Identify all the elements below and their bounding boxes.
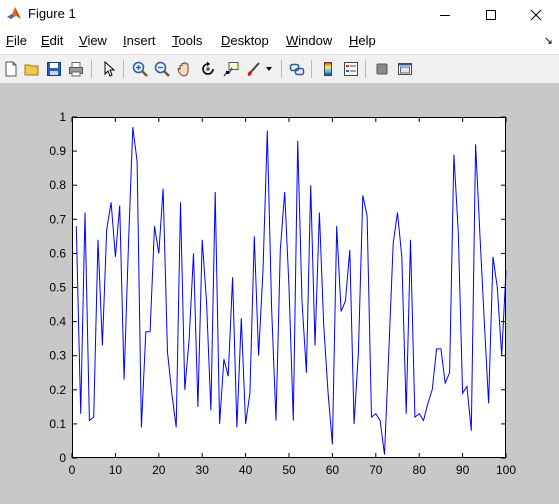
close-icon xyxy=(530,9,542,21)
line-chart[interactable]: 00.10.20.30.40.50.60.70.80.910 10 20 30 40 50… xyxy=(0,84,559,504)
x-tick-label: 70 xyxy=(369,463,383,477)
data-cursor-icon xyxy=(223,62,239,77)
x-tick-label: 50 xyxy=(282,463,296,477)
menu-view-rest: iew xyxy=(87,33,107,48)
zoom-out-icon xyxy=(154,61,170,77)
rotate-3d-button[interactable] xyxy=(198,59,218,79)
x-tick-label: 90 xyxy=(456,463,470,477)
y-tick-label: 0.8 xyxy=(49,178,66,192)
matlab-logo-icon xyxy=(7,7,21,19)
save-icon xyxy=(47,62,61,76)
menu-window[interactable]: Window xyxy=(286,33,332,48)
y-tick-label: 0 xyxy=(59,451,66,465)
open-file-icon xyxy=(24,64,39,76)
show-plot-tools-icon xyxy=(398,63,412,75)
menu-edit-accel: E xyxy=(41,33,50,48)
menu-help[interactable]: Help xyxy=(349,33,376,48)
menu-edit[interactable]: Edit xyxy=(41,33,63,48)
y-tick-label: 0.7 xyxy=(49,212,66,226)
menu-window-rest: indow xyxy=(298,33,333,48)
y-tick-label: 0.9 xyxy=(49,144,66,158)
menu-overflow-arrow-icon[interactable]: ↘ xyxy=(544,34,553,47)
x-tick-label: 80 xyxy=(413,463,427,477)
y-tick-label: 0.3 xyxy=(49,349,66,363)
x-tick-label: 60 xyxy=(326,463,340,477)
y-tick-label: 0.6 xyxy=(49,246,66,260)
colorbar-button[interactable] xyxy=(318,59,338,79)
zoom-in-icon xyxy=(132,61,148,77)
legend-icon xyxy=(344,62,358,76)
x-tick-label: 40 xyxy=(239,463,253,477)
colorbar-icon xyxy=(324,62,332,76)
menu-edit-rest: dit xyxy=(49,33,64,48)
y-tick-label: 0.5 xyxy=(49,281,66,295)
menu-insert-rest: nsert xyxy=(126,33,156,48)
menu-desktop-rest: esktop xyxy=(230,33,269,48)
zoom-in-button[interactable] xyxy=(130,59,150,79)
menu-help-rest: elp xyxy=(358,33,376,48)
show-plot-tools-button[interactable] xyxy=(395,59,415,79)
print-icon xyxy=(69,62,83,77)
menu-file[interactable]: File xyxy=(6,33,27,48)
menu-view[interactable]: View xyxy=(79,33,107,48)
menu-tools-rest: ools xyxy=(178,33,203,48)
y-tick-label: 0.2 xyxy=(49,383,66,397)
print-button[interactable] xyxy=(66,59,86,79)
x-tick-label: 20 xyxy=(152,463,166,477)
toolbar-separator xyxy=(365,60,366,78)
toolbar-separator xyxy=(281,60,282,78)
legend-button[interactable] xyxy=(341,59,361,79)
menu-window-accel: W xyxy=(286,33,299,48)
hide-plot-tools-button[interactable] xyxy=(372,59,392,79)
menu-bar: File Edit View Insert Tools Desktop Wind… xyxy=(0,30,559,52)
rotate-3d-icon xyxy=(202,61,214,75)
x-tick-label: 0 xyxy=(69,463,76,477)
maximize-button[interactable] xyxy=(468,0,514,30)
link-plot-icon xyxy=(289,63,305,76)
figure-canvas: 0 0.1 0.2 0.3 0.4 0.5 0.6 0.7 0.8 0.9 1 0 10 20 30 40 50… xyxy=(0,84,559,504)
menu-desktop-accel: D xyxy=(221,33,231,48)
figure-toolbar xyxy=(0,54,559,84)
brush-icon xyxy=(247,62,260,76)
pan-button[interactable] xyxy=(175,59,195,79)
brush-dropdown-button[interactable] xyxy=(262,59,276,79)
x-tick-label: 100 xyxy=(496,463,516,477)
menu-tools[interactable]: Tools xyxy=(172,33,202,48)
new-figure-button[interactable] xyxy=(1,59,21,79)
y-tick-label: 0.1 xyxy=(49,417,66,431)
menu-file-rest: ile xyxy=(13,33,27,48)
edit-plot-button[interactable] xyxy=(99,59,119,79)
toolbar-separator xyxy=(123,60,124,78)
menu-insert[interactable]: Insert xyxy=(123,33,156,48)
maximize-icon xyxy=(486,10,496,20)
menu-help-accel: H xyxy=(349,33,359,48)
edit-plot-icon xyxy=(104,61,116,77)
menu-file-accel: F xyxy=(6,33,14,48)
chevron-down-icon xyxy=(266,67,272,71)
data-cursor-button[interactable] xyxy=(221,59,241,79)
brush-button[interactable] xyxy=(244,59,264,79)
open-file-button[interactable] xyxy=(22,59,42,79)
x-tick-label: 30 xyxy=(196,463,210,477)
zoom-out-button[interactable] xyxy=(152,59,172,79)
link-plot-button[interactable] xyxy=(287,59,307,79)
close-button[interactable] xyxy=(513,0,559,30)
pan-icon xyxy=(177,62,189,77)
menu-desktop[interactable]: Desktop xyxy=(221,33,269,48)
minimize-icon xyxy=(440,15,450,16)
new-figure-icon xyxy=(5,61,17,77)
toolbar-separator xyxy=(311,60,312,78)
title-bar: Figure 1 xyxy=(0,0,559,30)
x-tick-label: 10 xyxy=(109,463,123,477)
y-tick-label: 0.4 xyxy=(49,315,66,329)
minimize-button[interactable] xyxy=(422,0,468,30)
save-button[interactable] xyxy=(44,59,64,79)
window-title: Figure 1 xyxy=(28,6,76,21)
hide-plot-tools-icon xyxy=(376,63,388,75)
y-tick-label: 1 xyxy=(59,110,66,124)
toolbar-separator xyxy=(91,60,92,78)
